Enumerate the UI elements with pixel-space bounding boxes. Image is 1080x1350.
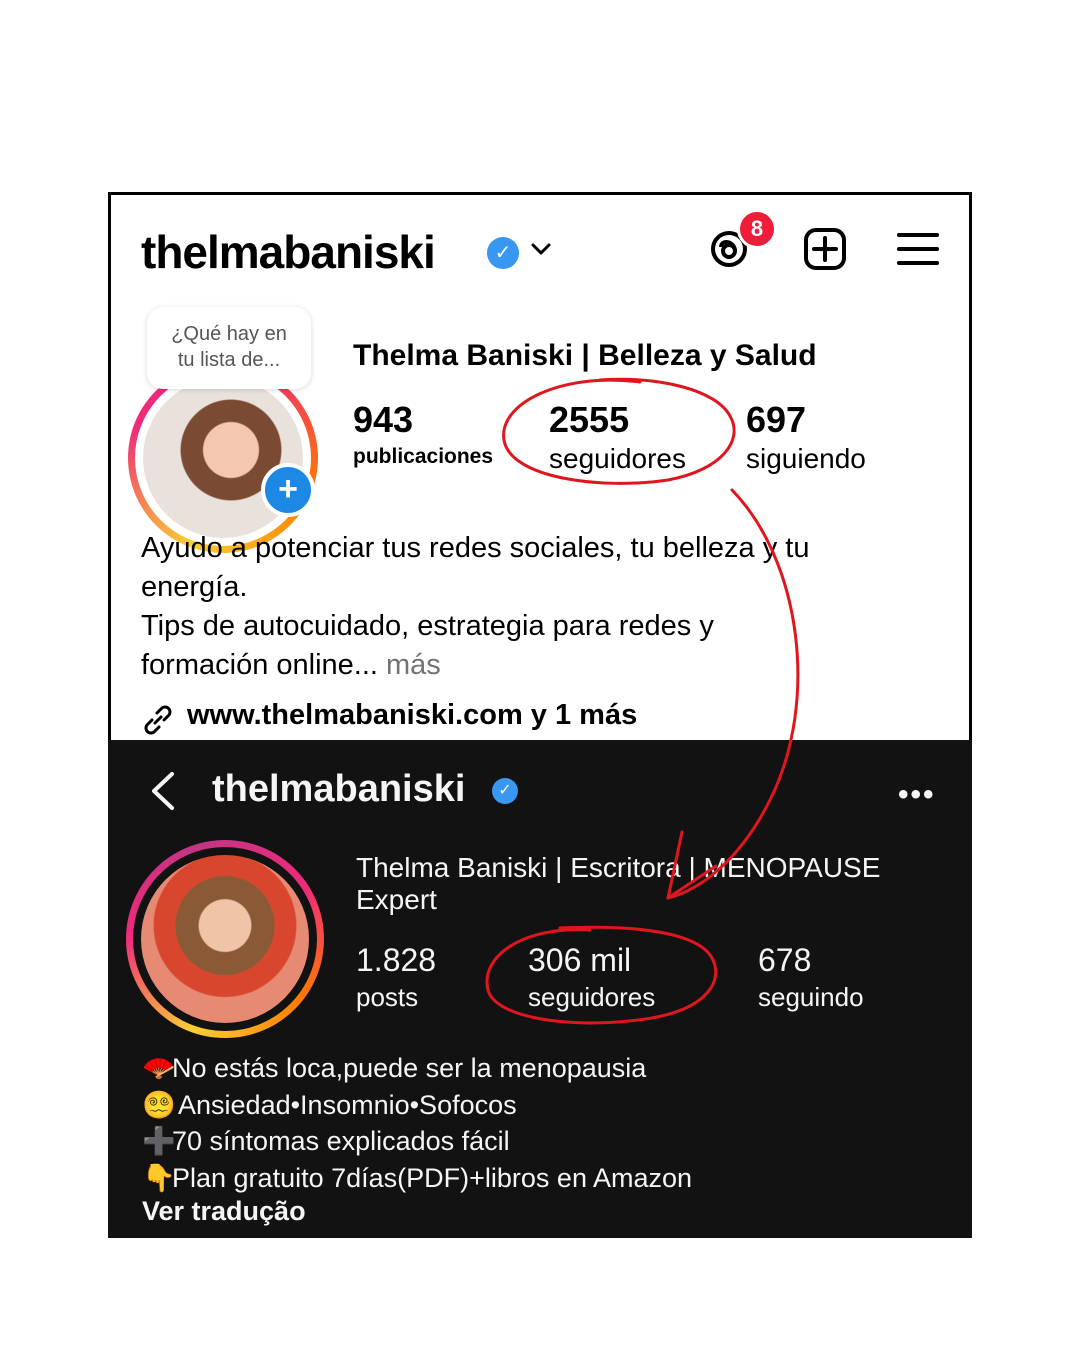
bio-more-link[interactable]: más (378, 649, 441, 681)
note-text-line: ¿Qué hay en (171, 323, 287, 345)
bio-line-text: Plan gratuito 7días(PDF)+libros en Amazo… (172, 1162, 693, 1193)
profile-bio: 🪭No estás loca,puede ser la menopausia 😵… (142, 1050, 922, 1196)
bio-line-text: 70 síntomas explicados fácil (172, 1126, 510, 1156)
bottom-profile-panel: thelmabaniski ✓ ••• Thelma Baniski | Esc… (108, 740, 972, 1238)
bio-line-text: No estás loca,puede ser la menopausia (172, 1053, 647, 1083)
profile-full-name: Thelma Baniski | Belleza y Salud (353, 339, 817, 372)
profile-username: thelmabaniski (212, 768, 466, 810)
followers-count[interactable]: 2555 (549, 399, 629, 441)
following-count[interactable]: 678 (758, 942, 811, 979)
see-translation-link[interactable]: Ver tradução (142, 1196, 306, 1227)
verified-badge-icon: ✓ (487, 237, 519, 269)
posts-label[interactable]: publicaciones (353, 445, 493, 469)
following-label[interactable]: siguiendo (746, 443, 866, 475)
bio-line: 🪭No estás loca,puede ser la menopausia (142, 1050, 922, 1087)
plus-emoji-icon: ➕ (142, 1126, 176, 1156)
link-icon (144, 705, 172, 735)
bio-line: Ayudo a potenciar tus redes sociales, tu… (141, 532, 810, 564)
avatar[interactable] (141, 855, 309, 1023)
bio-line-text: formación online (141, 649, 354, 681)
full-name-line: Thelma Baniski | Escritora | MENOPAUSE (356, 852, 881, 883)
profile-full-name: Thelma Baniski | Escritora | MENOPAUSE E… (356, 852, 936, 916)
dizzy-face-emoji-icon: 😵‍💫 (142, 1089, 176, 1120)
bio-line: 👇Plan gratuito 7días(PDF)+libros en Amaz… (142, 1160, 922, 1197)
followers-label[interactable]: seguidores (528, 982, 655, 1013)
verified-badge-icon: ✓ (492, 778, 518, 804)
bio-ellipsis: ... (353, 649, 378, 681)
profile-link[interactable]: www.thelmabaniski.com y 1 más (187, 699, 637, 732)
profile-username[interactable]: thelmabaniski (141, 225, 436, 279)
following-count[interactable]: 697 (746, 399, 806, 441)
bio-line: 😵‍💫 Ansiedad•Insomnio•Sofocos (142, 1087, 922, 1124)
pointing-down-emoji-icon: 👇 (142, 1162, 176, 1193)
back-arrow-icon[interactable] (148, 770, 178, 812)
bio-line: Tips de autocuidado, estrategia para red… (141, 610, 714, 642)
chevron-down-icon[interactable] (529, 237, 553, 261)
top-profile-panel: thelmabaniski ✓ 8 + ¿Qué hay en tu lista… (108, 192, 972, 740)
followers-label[interactable]: seguidores (549, 443, 686, 475)
more-options-icon[interactable]: ••• (898, 778, 936, 812)
full-name-line: Expert (356, 884, 437, 915)
followers-count[interactable]: 306 mil (528, 942, 631, 979)
notification-badge: 8 (737, 209, 777, 249)
posts-count[interactable]: 1.828 (356, 942, 436, 979)
bio-line: ➕70 síntomas explicados fácil (142, 1123, 922, 1160)
note-text-line: tu lista de... (177, 349, 281, 371)
posts-label[interactable]: posts (356, 982, 418, 1013)
bio-line: formación online... más (141, 646, 941, 685)
posts-count[interactable]: 943 (353, 399, 413, 441)
hamburger-menu-icon[interactable] (897, 231, 939, 267)
profile-bio: Ayudo a potenciar tus redes sociales, tu… (141, 529, 941, 685)
fan-emoji-icon: 🪭 (142, 1053, 176, 1083)
bio-line: energía. (141, 571, 248, 603)
create-post-icon[interactable] (803, 227, 847, 271)
add-story-icon[interactable]: + (261, 463, 315, 517)
bio-line-text: Ansiedad•Insomnio•Sofocos (172, 1089, 517, 1120)
following-label[interactable]: seguindo (758, 982, 864, 1013)
note-bubble[interactable]: ¿Qué hay en tu lista de... (147, 307, 311, 389)
